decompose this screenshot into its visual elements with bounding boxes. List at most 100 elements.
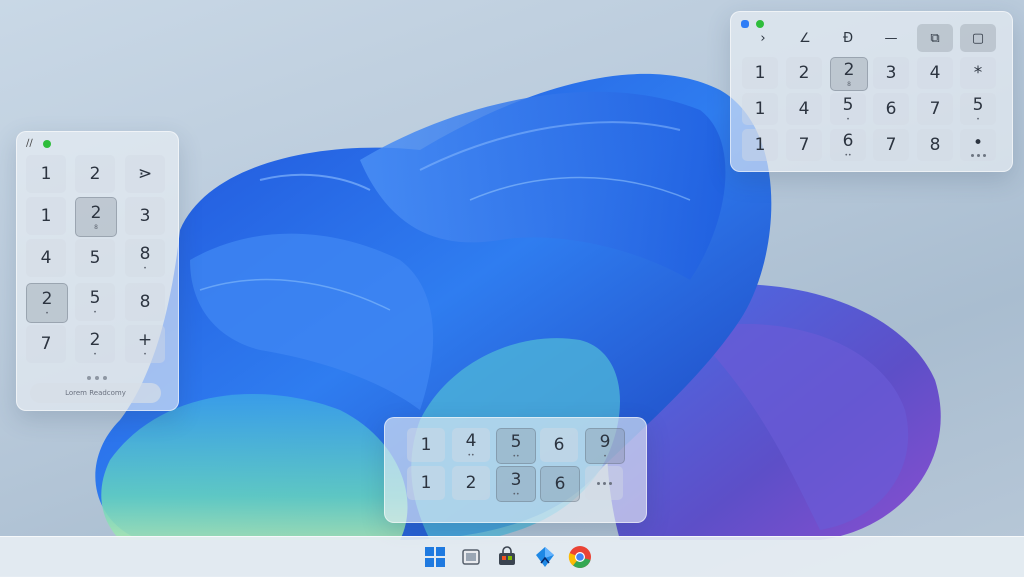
key-label: 8 xyxy=(139,244,151,264)
right-key-r3c3[interactable]: 6 •• xyxy=(830,129,866,161)
right-key-r2c4[interactable]: 6 xyxy=(873,93,909,125)
right-key-r1c2[interactable]: 2 xyxy=(786,57,822,89)
right-key-r2c6[interactable]: 5 • xyxy=(960,93,996,125)
left-key-r2c2[interactable]: 28 xyxy=(75,197,117,237)
right-key-r2c2[interactable]: 4 xyxy=(786,93,822,125)
key-label: 3 xyxy=(510,470,522,490)
left-key-r1c3[interactable]: ⋗ xyxy=(125,155,165,193)
toolbar-glyph: Ð xyxy=(842,30,854,46)
key-label: 8 xyxy=(139,292,151,312)
key-dots xyxy=(596,482,612,485)
left-key-r2c3[interactable]: 3 xyxy=(125,197,165,235)
key-label: 7 xyxy=(40,334,52,354)
left-key-r5c3[interactable]: + • xyxy=(125,325,165,363)
bottom-key-r1c4[interactable]: 6 xyxy=(540,428,578,462)
bottom-key-r2c5[interactable] xyxy=(585,466,623,500)
toolbar-glyph: ⧉ xyxy=(930,30,940,46)
left-key-r3c3[interactable]: 8 • xyxy=(125,239,165,277)
bottom-key-r1c1[interactable]: 1 xyxy=(407,428,445,462)
left-key-r1c1[interactable]: 1 xyxy=(26,155,66,193)
left-key-r4c3[interactable]: 8 xyxy=(125,283,165,321)
right-key-r3c6[interactable]: • xyxy=(960,129,996,161)
right-key-r2c1[interactable]: 1 xyxy=(742,93,778,125)
key-label: 5 xyxy=(510,432,522,452)
key-label: 1 xyxy=(420,435,432,455)
key-dots xyxy=(970,154,986,157)
toolbar-glyph: ▢ xyxy=(971,30,985,46)
key-sub-label: •• xyxy=(467,452,475,459)
edge-shield-icon[interactable] xyxy=(532,544,558,570)
key-label: 1 xyxy=(420,473,432,493)
left-key-r4c1[interactable]: 2 • xyxy=(26,283,68,323)
bottom-key-r2c1[interactable]: 1 xyxy=(407,466,445,500)
key-label: 9 xyxy=(599,432,611,452)
bottom-key-r2c4[interactable]: 6 xyxy=(540,466,580,502)
left-footer-button[interactable]: Lorem Readcomy xyxy=(30,383,161,403)
key-sub-label: •• xyxy=(844,152,852,159)
key-sub-label: • xyxy=(45,310,49,317)
key-label: + xyxy=(137,330,153,350)
store-bag-icon[interactable] xyxy=(494,544,520,570)
key-label: 6 xyxy=(842,131,854,151)
right-key-r1c4[interactable]: 3 xyxy=(873,57,909,89)
key-sub-label: 8 xyxy=(94,224,98,231)
right-key-r3c2[interactable]: 7 xyxy=(786,129,822,161)
toolbar-glyph: ∠ xyxy=(799,30,811,46)
toolbar-glyph: › xyxy=(760,30,766,46)
right-key-r3c5[interactable]: 8 xyxy=(917,129,953,161)
key-label: 7 xyxy=(885,135,897,155)
chevron-right-icon[interactable]: › xyxy=(745,24,781,52)
right-key-r3c4[interactable]: 7 xyxy=(873,129,909,161)
angle-icon[interactable]: ∠ xyxy=(787,24,823,52)
bottom-key-r1c3[interactable]: 5 •• xyxy=(496,428,536,464)
bottom-key-r2c2[interactable]: 2 xyxy=(452,466,490,500)
right-key-r1c6[interactable]: * xyxy=(960,57,996,89)
chrome-icon[interactable] xyxy=(567,544,593,570)
key-label: 2 xyxy=(89,330,101,350)
left-key-r2c1[interactable]: 1 xyxy=(26,197,66,235)
status-dot xyxy=(43,140,51,148)
key-sub-label: • xyxy=(143,265,147,272)
key-label: 1 xyxy=(754,63,766,83)
leaf-icon: ∕∕ xyxy=(26,138,33,149)
key-label: • xyxy=(972,133,984,153)
right-key-r1c3[interactable]: 28 xyxy=(830,57,868,91)
key-label: 7 xyxy=(798,135,810,155)
left-key-r3c2[interactable]: 5 xyxy=(75,239,115,277)
windows-start-icon[interactable] xyxy=(422,544,448,570)
minimize-icon[interactable]: — xyxy=(873,24,909,52)
edit-icon[interactable]: ⧉ xyxy=(917,24,953,52)
eth-icon[interactable]: Ð xyxy=(830,24,866,52)
key-sub-label: • xyxy=(93,309,97,316)
right-key-r2c3[interactable]: 5 • xyxy=(830,93,866,125)
left-key-r4c2[interactable]: 5 • xyxy=(75,283,115,321)
key-label: ⋗ xyxy=(137,164,153,184)
key-label: 1 xyxy=(40,206,52,226)
right-key-r2c5[interactable]: 7 xyxy=(917,93,953,125)
key-label: 2 xyxy=(843,60,855,80)
key-label: 1 xyxy=(754,135,766,155)
restore-icon[interactable]: ▢ xyxy=(960,24,996,52)
left-key-r3c1[interactable]: 4 xyxy=(26,239,66,277)
bottom-key-r1c5[interactable]: 9 • xyxy=(585,428,625,464)
key-sub-label: • xyxy=(93,351,97,358)
key-label: 4 xyxy=(798,99,810,119)
key-label: 6 xyxy=(554,474,566,494)
file-explorer-icon[interactable] xyxy=(458,544,484,570)
bottom-key-r1c2[interactable]: 4 •• xyxy=(452,428,490,462)
key-label: 8 xyxy=(929,135,941,155)
key-sub-label: • xyxy=(143,351,147,358)
key-label: 3 xyxy=(885,63,897,83)
key-label: 2 xyxy=(41,289,53,309)
left-key-r1c2[interactable]: 2 xyxy=(75,155,115,193)
right-key-r1c1[interactable]: 1 xyxy=(742,57,778,89)
bottom-key-r2c3[interactable]: 3 •• xyxy=(496,466,536,502)
key-label: 2 xyxy=(465,473,477,493)
right-key-r1c5[interactable]: 4 xyxy=(917,57,953,89)
key-label: 4 xyxy=(40,248,52,268)
left-key-r5c2[interactable]: 2 • xyxy=(75,325,115,363)
key-label: 5 xyxy=(842,95,854,115)
left-key-r5c1[interactable]: 7 xyxy=(26,325,66,363)
right-key-r3c1[interactable]: 1 xyxy=(742,129,778,161)
left-pager-dots xyxy=(87,376,107,380)
